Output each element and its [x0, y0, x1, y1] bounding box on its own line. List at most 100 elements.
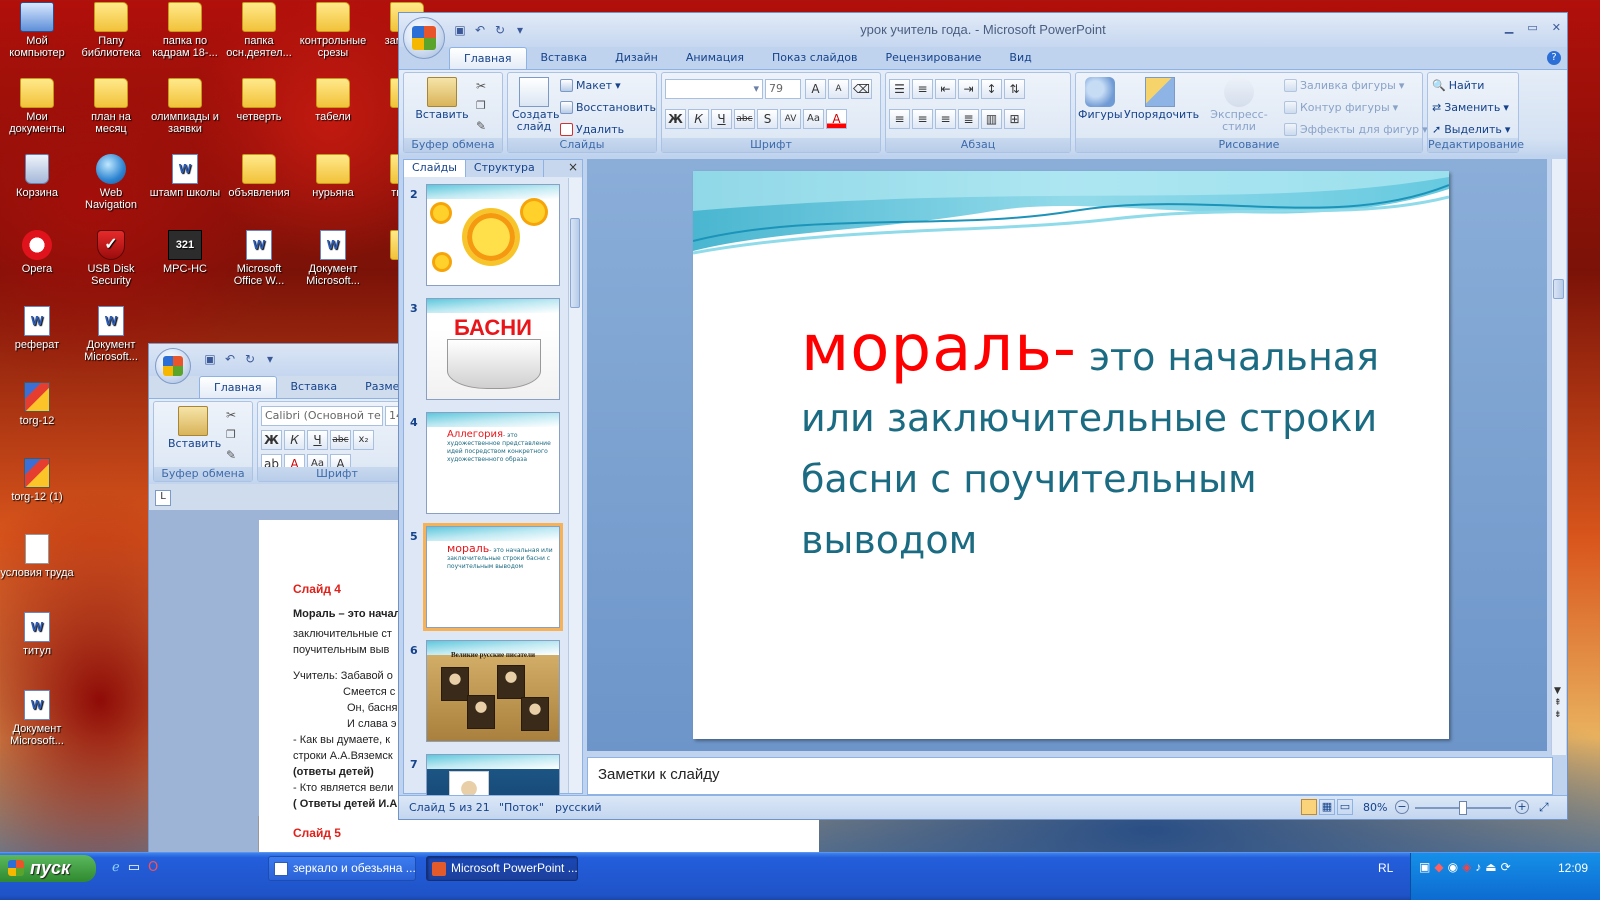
- shape-outline-button[interactable]: Контур фигуры ▾: [1284, 101, 1398, 114]
- clear-format-icon[interactable]: ⌫: [851, 79, 872, 99]
- desktop-icon[interactable]: Wштамп школы: [148, 154, 222, 199]
- ppt-tab-4[interactable]: Показ слайдов: [758, 47, 872, 69]
- desktop-icon[interactable]: Opera: [0, 230, 74, 275]
- desktop-icon[interactable]: Корзина: [0, 154, 74, 199]
- numbering-icon[interactable]: ≡: [912, 79, 933, 99]
- subscript-icon[interactable]: x₂: [353, 430, 374, 450]
- tab-slides[interactable]: Слайды: [404, 160, 466, 177]
- zoom-slider[interactable]: [1415, 801, 1511, 815]
- word-paste-button[interactable]: Вставить: [168, 406, 221, 450]
- shadow-icon[interactable]: S: [757, 109, 778, 129]
- slide-scrollbar[interactable]: ▼ ⇞ ⇟: [1551, 159, 1566, 755]
- zoom-slider-thumb[interactable]: [1459, 801, 1467, 815]
- update-icon[interactable]: ⟳: [1501, 860, 1511, 874]
- reset-button[interactable]: Восстановить: [560, 101, 656, 114]
- slide-notes[interactable]: Заметки к слайду: [587, 757, 1553, 795]
- columns-icon[interactable]: ▥: [981, 109, 1002, 129]
- desktop-icon[interactable]: папка по кадрам 18-...: [148, 2, 222, 59]
- desktop-icon[interactable]: олимпиады и заявки: [148, 78, 222, 135]
- fit-to-window-icon[interactable]: ⤢: [1539, 800, 1549, 815]
- desktop-icon[interactable]: план на месяц: [74, 78, 148, 135]
- start-button[interactable]: пуск: [0, 855, 96, 882]
- slide-sorter-icon[interactable]: ▦: [1319, 799, 1335, 815]
- justify-icon[interactable]: ≣: [958, 109, 979, 129]
- italic-icon[interactable]: К: [688, 109, 709, 129]
- powerpoint-window[interactable]: ▣ ↶ ↻ ▾ урок учитель года. - Microsoft P…: [398, 12, 1568, 820]
- increase-indent-icon[interactable]: ⇥: [958, 79, 979, 99]
- save-icon[interactable]: ▣: [203, 352, 217, 366]
- desktop-icon[interactable]: четверть: [222, 78, 296, 123]
- desktop-icon[interactable]: Wтитул: [0, 612, 74, 657]
- copy-icon[interactable]: ❐: [226, 428, 236, 441]
- volume-icon[interactable]: ♪: [1475, 860, 1481, 874]
- desktop-icon[interactable]: W Документ Microsoft...: [74, 306, 148, 363]
- customize-qat-icon[interactable]: ▾: [263, 352, 277, 366]
- ppt-tab-1[interactable]: Вставка: [527, 47, 602, 69]
- select-button[interactable]: ➚ Выделить ▾: [1432, 123, 1510, 136]
- cut-icon[interactable]: ✂: [226, 408, 236, 422]
- desktop-icon[interactable]: Мои документы: [0, 78, 74, 135]
- close-pane-icon[interactable]: ×: [568, 160, 578, 174]
- ppt-office-button[interactable]: [403, 17, 445, 59]
- copy-icon[interactable]: ❐: [476, 99, 486, 112]
- desktop-icon[interactable]: W Microsoft Office W...: [222, 230, 296, 287]
- arrange-button[interactable]: Упорядочить: [1124, 77, 1199, 121]
- desktop-icon[interactable]: torg-12 (1): [0, 458, 74, 503]
- desktop-icon[interactable]: torg-12: [0, 382, 74, 427]
- scrollbar-thumb[interactable]: [570, 218, 580, 308]
- ppt-tab-2[interactable]: Дизайн: [601, 47, 672, 69]
- zoom-in-icon[interactable]: +: [1515, 800, 1529, 814]
- shield-tray-icon[interactable]: ◆: [1434, 860, 1443, 874]
- opera-icon[interactable]: O: [148, 860, 158, 875]
- font-color-icon[interactable]: A: [826, 109, 847, 129]
- slideshow-icon[interactable]: ▭: [1337, 799, 1353, 815]
- decrease-indent-icon[interactable]: ⇤: [935, 79, 956, 99]
- help-icon[interactable]: ?: [1547, 51, 1561, 65]
- align-center-icon[interactable]: ≡: [912, 109, 933, 129]
- shapes-button[interactable]: Фигуры: [1078, 77, 1123, 121]
- ppt-tab-0[interactable]: Главная: [449, 47, 527, 69]
- desktop-icon[interactable]: условия труда: [0, 534, 74, 579]
- desktop-icon[interactable]: Мой компьютер: [0, 2, 74, 59]
- next-slide-icon[interactable]: ⇟: [1554, 710, 1562, 720]
- slide-thumbnail[interactable]: Аллегория- это художественное представле…: [426, 412, 560, 514]
- maximize-icon[interactable]: ▭: [1527, 21, 1537, 34]
- slide-body-text[interactable]: мораль- это начальная или заключительные…: [801, 317, 1421, 571]
- redo-icon[interactable]: ↻: [243, 352, 257, 366]
- close-icon[interactable]: ✕: [1552, 21, 1561, 34]
- word-window[interactable]: ▣ ↶ ↻ ▾ Главная Вставка Разметка Вставит…: [148, 343, 819, 900]
- align-right-icon[interactable]: ≡: [935, 109, 956, 129]
- quick-styles-button[interactable]: Экспресс-стили: [1198, 77, 1280, 133]
- find-button[interactable]: 🔍 Найти: [1432, 79, 1484, 92]
- new-slide-button[interactable]: Создать слайд: [512, 77, 560, 133]
- align-left-icon[interactable]: ≡: [889, 109, 910, 129]
- ppt-tab-3[interactable]: Анимация: [672, 47, 758, 69]
- grow-font-icon[interactable]: A: [805, 79, 826, 99]
- desktop-icon[interactable]: папка осн.деятел...: [222, 2, 296, 59]
- undo-icon[interactable]: ↶: [223, 352, 237, 366]
- word-tab-home[interactable]: Главная: [199, 376, 277, 398]
- desktop-icon[interactable]: контрольные срезы: [296, 2, 370, 59]
- slide-thumbnail[interactable]: Великие русские писатели: [426, 640, 560, 742]
- shape-effects-button[interactable]: Эффекты для фигур ▾: [1284, 123, 1428, 136]
- slide-thumbnail[interactable]: БАСНИ: [426, 298, 560, 400]
- italic-icon[interactable]: К: [284, 430, 305, 450]
- word-font-name[interactable]: Calibri (Основной те: [261, 406, 383, 426]
- underline-icon[interactable]: Ч: [307, 430, 328, 450]
- strikethrough-icon[interactable]: abc: [734, 109, 755, 129]
- desktop-icon[interactable]: W Документ Microsoft...: [0, 690, 74, 747]
- desktop-icon[interactable]: объявления: [222, 154, 296, 199]
- current-slide[interactable]: мораль- это начальная или заключительные…: [693, 171, 1449, 739]
- desktop-icon[interactable]: Web Navigation: [74, 154, 148, 211]
- antivirus-icon[interactable]: ◉: [1448, 860, 1458, 874]
- bold-icon[interactable]: Ж: [665, 109, 686, 129]
- ppt-tab-5[interactable]: Рецензирование: [872, 47, 996, 69]
- normal-view-icon[interactable]: [1301, 799, 1317, 815]
- bullets-icon[interactable]: ☰: [889, 79, 910, 99]
- network-icon[interactable]: ▣: [1419, 860, 1430, 874]
- desktop-icon[interactable]: нурьяна: [296, 154, 370, 199]
- cut-icon[interactable]: ✂: [476, 79, 486, 93]
- shape-fill-button[interactable]: Заливка фигуры ▾: [1284, 79, 1404, 92]
- slide-thumbnail[interactable]: [426, 184, 560, 286]
- desktop-icon[interactable]: Wреферат: [0, 306, 74, 351]
